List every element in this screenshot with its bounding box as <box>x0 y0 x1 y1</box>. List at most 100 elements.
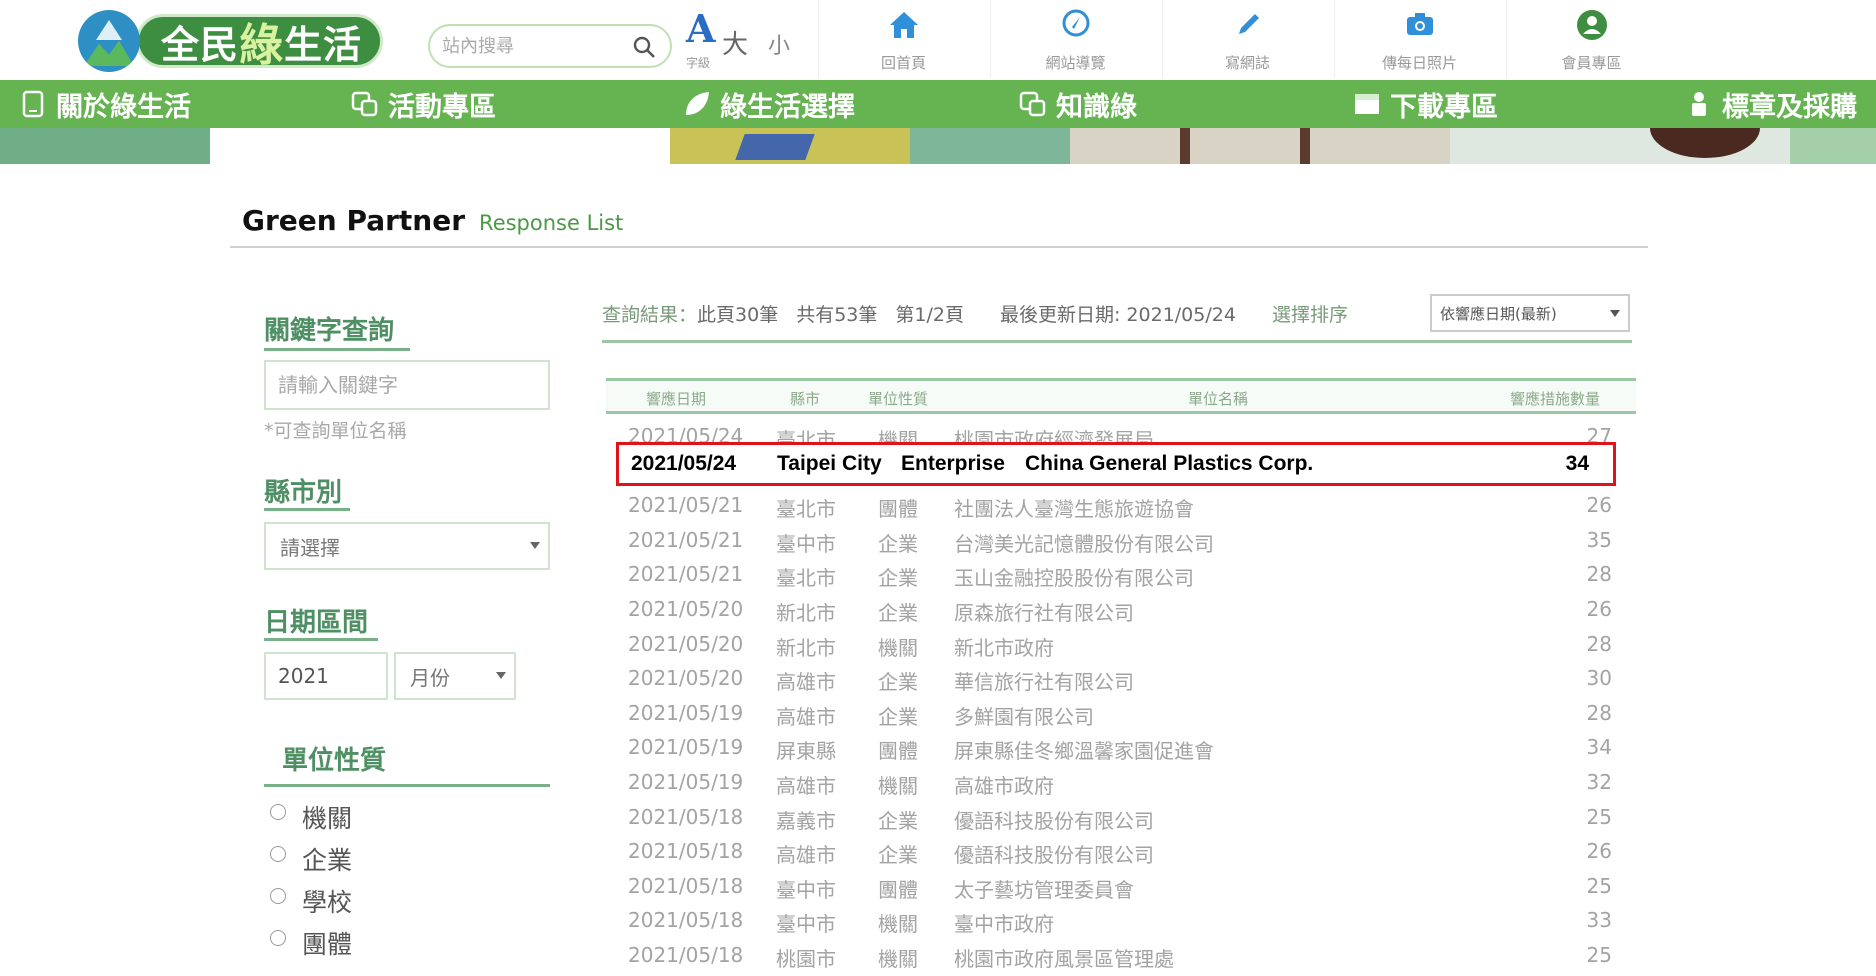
cell-name[interactable]: 臺中市政府 <box>954 908 1054 937</box>
write-blog-link[interactable]: 寫網誌 <box>1162 0 1332 78</box>
nav-activities[interactable]: 活動專區 <box>350 80 496 128</box>
table-row[interactable]: 2021/05/18 桃園市 機關 桃園市政府風景區管理處 25 <box>606 939 1636 974</box>
column-header-type[interactable]: 單位性質 <box>868 388 928 409</box>
cell-count: 25 <box>1586 804 1612 829</box>
table-row[interactable]: 2021/05/19 高雄市 機關 高雄市政府 32 <box>606 766 1636 801</box>
knowledge-icon <box>1019 91 1046 117</box>
banner-strip <box>0 128 1876 164</box>
font-size-control: A 大 小 字級 <box>686 6 806 72</box>
checkbox[interactable] <box>270 930 286 946</box>
table-row[interactable]: 2021/05/19 高雄市 企業 多鮮園有限公司 28 <box>606 697 1636 732</box>
cell-date: 2021/05/19 <box>628 770 744 794</box>
checkbox[interactable] <box>270 888 286 904</box>
cell-name[interactable]: 桃園市政府風景區管理處 <box>954 943 1174 972</box>
keyword-hint: *可查詢單位名稱 <box>264 420 407 442</box>
chevron-down-icon <box>496 672 506 679</box>
results-page: 第1/2頁 <box>895 303 964 326</box>
checkbox[interactable] <box>270 804 286 820</box>
member-link[interactable]: 會員專區 <box>1506 0 1676 78</box>
type-option-enterprise[interactable]: 企業 <box>270 842 352 876</box>
checkbox[interactable] <box>270 846 286 862</box>
cell-type: 團體 <box>878 497 918 522</box>
page-root: 全民綠生活 A 大 小 字級 回首頁 <box>0 0 1876 976</box>
results-this-page: 此頁30筆 <box>697 303 779 326</box>
font-large-button[interactable]: 大 <box>722 24 748 61</box>
member-link-label: 會員專區 <box>1561 54 1622 72</box>
cell-name[interactable]: 玉山金融控股股份有限公司 <box>954 562 1194 591</box>
column-header-city[interactable]: 縣市 <box>790 388 820 409</box>
cell-count: 26 <box>1586 597 1612 621</box>
year-input[interactable] <box>264 652 388 700</box>
table-row[interactable]: 2021/05/20 高雄市 企業 華信旅行社有限公司 30 <box>606 662 1636 697</box>
cell-name[interactable]: 社團法人臺灣生態旅遊協會 <box>954 493 1194 522</box>
table-row[interactable]: 2021/05/18 臺中市 機關 臺中市政府 33 <box>606 904 1636 939</box>
month-select[interactable]: 月份 <box>394 652 516 700</box>
search-input[interactable] <box>442 32 622 60</box>
sitemap-link[interactable]: 網站導覽 <box>990 0 1160 78</box>
date-range-heading: 日期區間 <box>264 608 369 638</box>
cell-city: 桃園市 <box>776 947 836 971</box>
cell-name[interactable]: 華信旅行社有限公司 <box>954 666 1134 695</box>
table-row[interactable]: 2021/05/21 臺北市 企業 玉山金融控股股份有限公司 28 <box>606 558 1636 593</box>
cell-name[interactable]: 優語科技股份有限公司 <box>954 839 1154 868</box>
font-small-button[interactable]: 小 <box>768 28 790 60</box>
type-option-school[interactable]: 學校 <box>270 884 352 918</box>
table-row[interactable]: 2021/05/18 高雄市 企業 優語科技股份有限公司 26 <box>606 835 1636 870</box>
city-select[interactable]: 請選擇 <box>264 522 550 570</box>
cell-count: 30 <box>1586 666 1612 691</box>
page-title: Green Partner <box>242 204 466 237</box>
cell-name[interactable]: 屏東縣佳冬鄉溫馨家園促進會 <box>954 735 1214 764</box>
results-total: 共有53筆 <box>796 303 878 326</box>
nav-labels[interactable]: 標章及採購 <box>1684 80 1857 128</box>
cell-type: 機關 <box>878 947 918 971</box>
highlighted-row[interactable]: 2021/05/24 Taipei City Enterprise China … <box>616 442 1616 486</box>
cell-count: 32 <box>1586 770 1612 794</box>
table-row[interactable]: 2021/05/21 臺北市 團體 社團法人臺灣生態旅遊協會 26 <box>606 489 1636 524</box>
keyword-input[interactable] <box>264 360 550 410</box>
page-heading: Green Partner Response List <box>242 204 623 240</box>
cell-city: 臺中市 <box>776 877 836 902</box>
upload-photo-link[interactable]: 傳每日照片 <box>1334 0 1504 78</box>
cell-name[interactable]: 優語科技股份有限公司 <box>954 805 1154 834</box>
cell-count: 26 <box>1586 839 1612 864</box>
column-header-count[interactable]: 響應措施數量 <box>1510 388 1600 409</box>
type-option-group[interactable]: 團體 <box>270 926 352 960</box>
cell-city: 高雄市 <box>776 704 836 729</box>
cell-name[interactable]: 台灣美光記憶體股份有限公司 <box>954 528 1214 557</box>
cell-name[interactable]: 原森旅行社有限公司 <box>954 597 1134 626</box>
column-header-date[interactable]: 響應日期 <box>646 388 706 409</box>
cell-type: 團體 <box>878 739 918 764</box>
table-row[interactable]: 2021/05/18 嘉義市 企業 優語科技股份有限公司 25 <box>606 801 1636 836</box>
column-header-name[interactable]: 單位名稱 <box>1188 388 1248 409</box>
home-link[interactable]: 回首頁 <box>818 0 988 78</box>
table-row[interactable]: 2021/05/20 新北市 企業 原森旅行社有限公司 26 <box>606 593 1636 628</box>
table-row[interactable]: 2021/05/19 屏東縣 團體 屏東縣佳冬鄉溫馨家園促進會 34 <box>606 731 1636 766</box>
table-header: 響應日期 縣市 單位性質 單位名稱 響應措施數量 <box>606 378 1636 414</box>
cell-city: 臺北市 <box>776 497 836 522</box>
search-icon[interactable] <box>632 35 656 59</box>
sort-select[interactable]: 依響應日期(最新) <box>1430 294 1630 332</box>
cell-name[interactable]: 太子藝坊管理委員會 <box>954 874 1134 903</box>
nav-green-choice[interactable]: 綠生活選擇 <box>682 80 855 128</box>
cell-name[interactable]: 高雄市政府 <box>954 770 1054 799</box>
cell-date: 2021/05/20 <box>628 597 744 621</box>
nav-about[interactable]: 關於綠生活 <box>18 80 191 128</box>
download-icon <box>1355 94 1379 114</box>
site-logo[interactable]: 全民綠生活 <box>78 8 384 74</box>
table-row[interactable]: 2021/05/18 臺中市 團體 太子藝坊管理委員會 25 <box>606 870 1636 905</box>
type-option-label: 機關 <box>302 804 353 833</box>
type-option-agency[interactable]: 機關 <box>270 800 352 834</box>
city-heading-underline <box>264 508 350 511</box>
nav-knowledge[interactable]: 知識綠 <box>1018 80 1137 128</box>
nav-download[interactable]: 下載專區 <box>1352 80 1498 128</box>
cell-name[interactable]: 新北市政府 <box>954 632 1054 661</box>
label-icon <box>1692 92 1706 116</box>
table-row[interactable]: 2021/05/21 臺中市 企業 台灣美光記憶體股份有限公司 35 <box>606 524 1636 559</box>
cell-date: 2021/05/18 <box>628 943 744 967</box>
highlight-count: 34 <box>1565 452 1589 475</box>
nav-activities-label: 活動專區 <box>388 91 496 123</box>
cell-type: 企業 <box>878 601 918 625</box>
table-row[interactable]: 2021/05/20 新北市 機關 新北市政府 28 <box>606 628 1636 663</box>
leaf-icon <box>686 92 709 115</box>
cell-name[interactable]: 多鮮園有限公司 <box>954 701 1094 730</box>
